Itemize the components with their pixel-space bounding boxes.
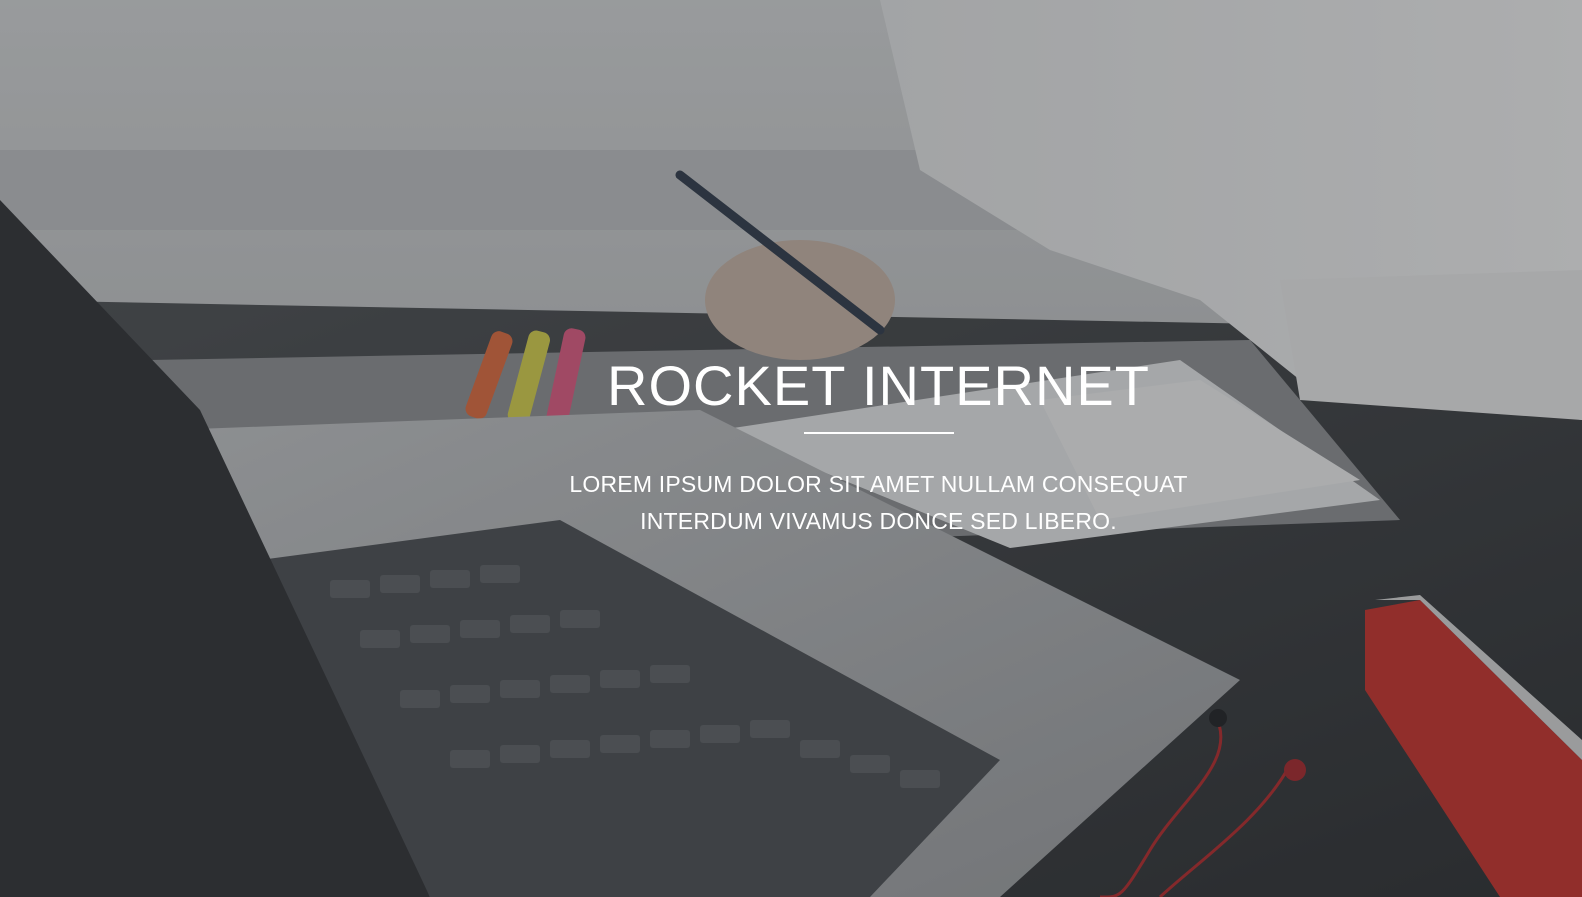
hero-title: ROCKET INTERNET [607, 354, 1150, 417]
hero-content: ROCKET INTERNET LOREM IPSUM DOLOR SIT AM… [0, 350, 1582, 540]
hero-subtitle: LOREM IPSUM DOLOR SIT AMET NULLAM CONSEQ… [569, 471, 1188, 534]
hero-banner: ROCKET INTERNET LOREM IPSUM DOLOR SIT AM… [0, 0, 1582, 897]
hero-title-divider [803, 432, 954, 434]
